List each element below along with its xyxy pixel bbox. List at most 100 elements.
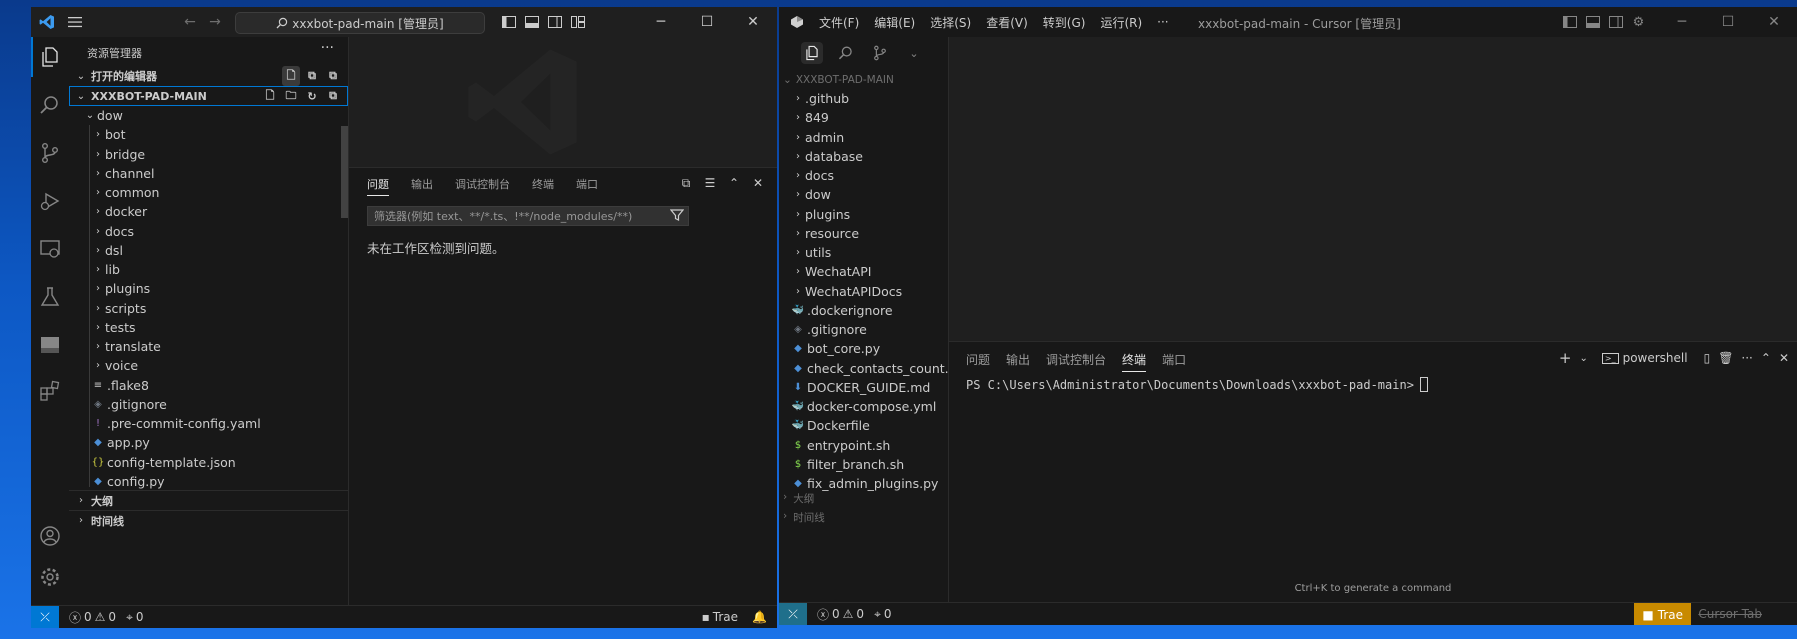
terminal-prompt-line[interactable]: PS C:\Users\Administrator\Documents\Down… (966, 377, 1428, 392)
tree-folder[interactable]: › dsl (69, 241, 348, 260)
outline-header[interactable]: › 大纲 (783, 491, 814, 506)
panel-tab[interactable]: 端口 (1162, 351, 1186, 372)
problems-status[interactable]: ⓧ 0 ⚠ 0 (69, 609, 116, 626)
tree-folder[interactable]: ⌄ dow (69, 106, 348, 125)
tree-folder[interactable]: › .github (779, 89, 948, 108)
accounts-icon[interactable] (38, 524, 62, 548)
extension-view-icon[interactable] (38, 333, 62, 357)
tree-folder[interactable]: › docs (69, 222, 348, 241)
source-control-icon[interactable] (38, 141, 62, 165)
copy-icon[interactable]: ⧉ (677, 174, 695, 192)
tree-file[interactable]: ◆ bot_core.py (779, 339, 948, 358)
tree-folder[interactable]: › resource (779, 224, 948, 243)
trash-icon[interactable]: 🗑 (1718, 351, 1733, 365)
toggle-primary-sidebar-icon[interactable] (497, 7, 520, 37)
save-all-icon[interactable]: ⧉ (303, 66, 321, 86)
tree-folder[interactable]: › WechatAPI (779, 262, 948, 281)
toggle-primary-sidebar-icon[interactable] (1558, 7, 1581, 37)
close-icon[interactable]: ✕ (730, 7, 776, 37)
extensions-icon[interactable] (38, 379, 62, 403)
menu-item[interactable]: 转到(G) (1043, 14, 1086, 31)
tree-folder[interactable]: › channel (69, 164, 348, 183)
source-control-icon[interactable] (869, 42, 891, 64)
search-icon[interactable] (835, 42, 857, 64)
toggle-panel-icon[interactable] (520, 7, 543, 37)
customize-layout-icon[interactable] (566, 7, 589, 37)
tree-file[interactable]: $ entrypoint.sh (779, 436, 948, 455)
tree-folder[interactable]: › WechatAPIDocs (779, 282, 948, 301)
tree-folder[interactable]: › bot (69, 125, 348, 144)
explorer-icon[interactable] (38, 45, 62, 69)
refresh-icon[interactable]: ↻ (303, 86, 321, 106)
chevron-down-icon[interactable]: ⌄ (903, 42, 925, 64)
minimize-icon[interactable]: ─ (638, 7, 684, 37)
toggle-secondary-sidebar-icon[interactable] (1604, 7, 1627, 37)
panel-tab[interactable]: 端口 (576, 176, 598, 196)
new-file-icon[interactable]: 🗋 (261, 86, 279, 106)
terminal-shell-selector[interactable]: >_ powershell (1601, 351, 1688, 365)
new-untitled-file-icon[interactable]: 🗋 (282, 66, 300, 86)
panel-tab[interactable]: 调试控制台 (455, 176, 510, 196)
tree-file[interactable]: 🐳 .dockerignore (779, 301, 948, 320)
tree-folder[interactable]: › voice (69, 356, 348, 375)
open-editors-header[interactable]: ⌄ 打开的编辑器 🗋 ⧉ ⧉ (69, 66, 348, 86)
tree-folder[interactable]: › scripts (69, 299, 348, 318)
menu-item[interactable]: ··· (1157, 15, 1168, 29)
tree-folder[interactable]: › bridge (69, 145, 348, 164)
tree-folder[interactable]: › tests (69, 318, 348, 337)
panel-tab[interactable]: 终端 (1122, 351, 1147, 372)
outline-header[interactable]: › 大纲 (69, 490, 348, 510)
tree-folder[interactable]: › utils (779, 243, 948, 262)
explorer-icon[interactable] (801, 42, 823, 64)
tree-file[interactable]: ◆ config.py (69, 472, 348, 491)
workspace-root-header[interactable]: ⌄ XXXBOT-PAD-MAIN (783, 74, 894, 86)
minimize-icon[interactable]: ─ (1659, 7, 1705, 37)
remote-indicator-icon[interactable]: ⤫ (779, 602, 807, 625)
tree-folder[interactable]: › common (69, 183, 348, 202)
command-center-search[interactable]: xxxbot-pad-main [管理员] (235, 12, 485, 34)
tree-folder[interactable]: › plugins (69, 279, 348, 298)
menu-hamburger-icon[interactable] (61, 7, 89, 37)
toggle-panel-icon[interactable] (1581, 7, 1604, 37)
gear-icon[interactable]: ⚙ (1627, 7, 1650, 37)
maximize-panel-icon[interactable]: ⌃ (725, 174, 743, 192)
ports-status[interactable]: ⌖ 0 (126, 610, 143, 625)
search-icon[interactable] (38, 93, 62, 117)
maximize-icon[interactable]: ☐ (684, 7, 730, 37)
close-panel-icon[interactable]: ✕ (749, 174, 767, 192)
testing-icon[interactable] (38, 285, 62, 309)
tree-file[interactable]: ≡ .flake8 (69, 376, 348, 395)
tree-file[interactable]: ◈ .gitignore (69, 395, 348, 414)
tree-folder[interactable]: › plugins (779, 205, 948, 224)
workspace-root-header[interactable]: ⌄ XXXBOT-PAD-MAIN 🗋 🗀 ↻ ⧉ (69, 86, 348, 106)
close-icon[interactable]: ✕ (1751, 7, 1797, 37)
timeline-header[interactable]: › 时间线 (69, 510, 348, 530)
more-actions-icon[interactable]: ··· (1741, 351, 1752, 365)
menu-item[interactable]: 查看(V) (986, 14, 1028, 31)
ports-status[interactable]: ⌖ 0 (874, 607, 891, 622)
tree-folder[interactable]: › database (779, 147, 948, 166)
trae-status[interactable]: ■ Trae (1634, 603, 1691, 625)
tree-folder[interactable]: › dow (779, 185, 948, 204)
tree-folder[interactable]: › lib (69, 260, 348, 279)
panel-tab[interactable]: 问题 (966, 351, 990, 372)
tree-folder[interactable]: › translate (69, 337, 348, 356)
filter-icon[interactable] (669, 208, 685, 225)
close-panel-icon[interactable]: ✕ (1779, 351, 1789, 365)
tree-file[interactable]: 🐳 docker-compose.yml (779, 397, 948, 416)
timeline-header[interactable]: › 时间线 (783, 510, 825, 525)
problems-status[interactable]: ⓧ 0 ⚠ 0 (817, 606, 864, 623)
menu-item[interactable]: 文件(F) (819, 14, 859, 31)
panel-tab[interactable]: 终端 (532, 176, 554, 196)
nav-forward-icon[interactable]: → (201, 7, 229, 37)
tree-file[interactable]: 🐳 Dockerfile (779, 416, 948, 435)
menu-item[interactable]: 编辑(E) (874, 14, 915, 31)
nav-back-icon[interactable]: ← (176, 7, 204, 37)
maximize-panel-icon[interactable]: ⌃ (1761, 351, 1771, 365)
tree-file[interactable]: ⬇ DOCKER_GUIDE.md (779, 378, 948, 397)
new-folder-icon[interactable]: 🗀 (282, 86, 300, 106)
problems-filter-input[interactable]: 筛选器(例如 text、**/*.ts、!**/node_modules/**) (367, 206, 689, 226)
panel-tab[interactable]: 输出 (411, 176, 433, 196)
scrollbar[interactable] (341, 126, 348, 218)
new-terminal-icon[interactable]: + (1559, 349, 1572, 367)
